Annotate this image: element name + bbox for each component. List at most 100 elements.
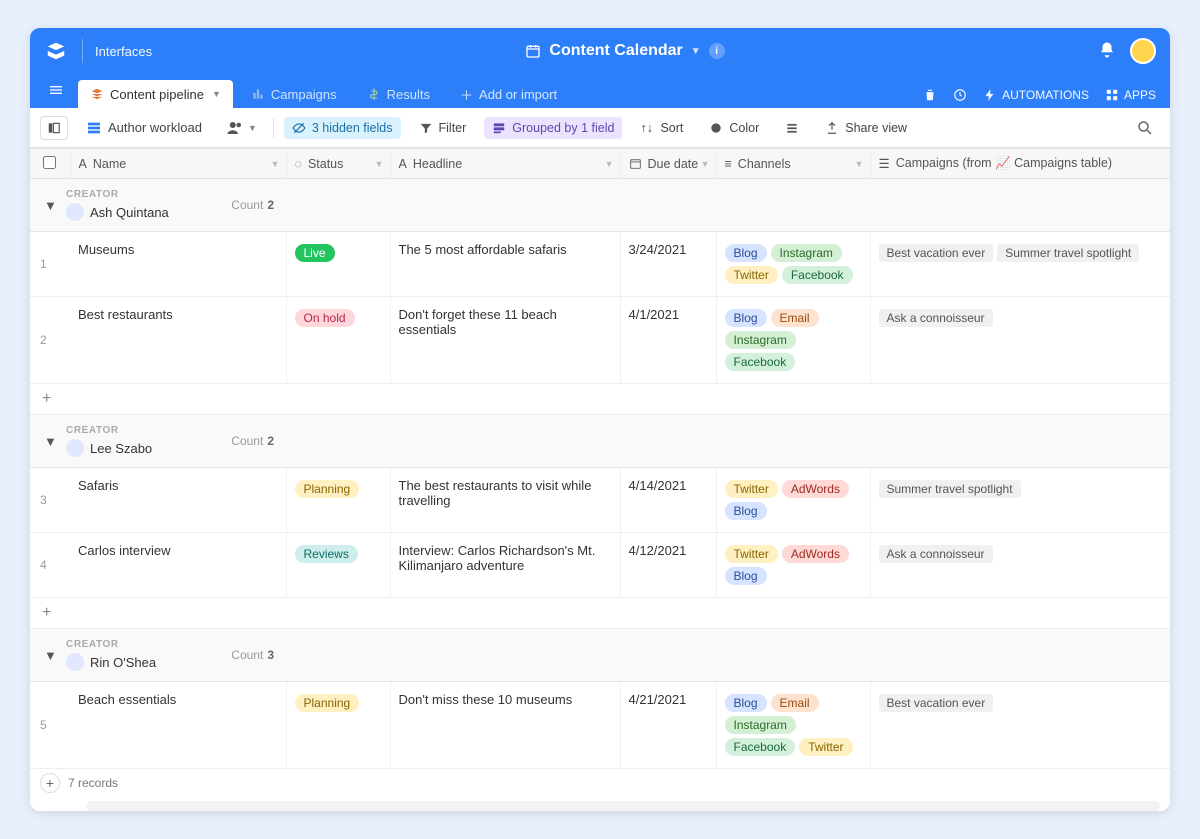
cell-headline[interactable]: Don't miss these 10 museums: [390, 682, 620, 769]
campaign-tag: Ask a connoisseur: [879, 309, 993, 327]
chevron-down-icon: ▼: [44, 434, 56, 449]
table-row[interactable]: 2 Best restaurants On hold Don't forget …: [30, 297, 1170, 384]
chevron-down-icon: ▼: [44, 648, 56, 663]
tab-campaigns[interactable]: Campaigns: [239, 80, 349, 108]
info-icon[interactable]: i: [709, 43, 725, 59]
cell-status[interactable]: Reviews: [286, 533, 390, 598]
select-all-checkbox[interactable]: [30, 149, 70, 179]
pill: Instagram: [725, 716, 796, 734]
cell-status[interactable]: Live: [286, 232, 390, 297]
filter-button[interactable]: Filter: [411, 117, 475, 139]
chevron-down-icon: ▼: [691, 46, 701, 57]
group-header[interactable]: ▼ CREATOR Lee Szabo Count2: [40, 421, 278, 461]
top-bar: Interfaces Content Calendar ▼ i: [30, 28, 1170, 74]
cell-name[interactable]: Beach essentials: [70, 682, 286, 769]
sidebar-toggle-icon[interactable]: [44, 78, 68, 102]
cell-campaigns[interactable]: Ask a connoisseur: [870, 297, 1170, 384]
cell-headline[interactable]: Interview: Carlos Richardson's Mt. Kilim…: [390, 533, 620, 598]
cell-campaigns[interactable]: Best vacation everSummer travel spotligh…: [870, 232, 1170, 297]
column-channels[interactable]: ≡Channels ▼: [716, 149, 870, 179]
group-button[interactable]: Grouped by 1 field: [484, 117, 622, 139]
sort-button[interactable]: ↑↓ Sort: [632, 117, 691, 139]
cell-campaigns[interactable]: Summer travel spotlight: [870, 468, 1170, 533]
share-view-button[interactable]: Share view: [817, 117, 915, 139]
row-height-button[interactable]: [777, 117, 807, 139]
hidden-fields-button[interactable]: 3 hidden fields: [284, 117, 401, 139]
cell-due-date[interactable]: 4/14/2021: [620, 468, 716, 533]
tab-results[interactable]: Results: [355, 80, 442, 108]
apps-button[interactable]: APPS: [1105, 88, 1156, 102]
interfaces-link[interactable]: Interfaces: [95, 44, 152, 59]
cell-campaigns[interactable]: Best vacation ever: [870, 682, 1170, 769]
cell-name[interactable]: Best restaurants: [70, 297, 286, 384]
row-number: 3: [30, 468, 70, 533]
text-icon: A: [79, 157, 87, 171]
cell-channels[interactable]: TwitterAdWordsBlog: [716, 533, 870, 598]
collapse-sidebar-button[interactable]: [40, 116, 68, 140]
base-title[interactable]: Content Calendar ▼ i: [152, 42, 1098, 60]
group-header[interactable]: ▼ CREATOR Rin O'Shea Count3: [40, 635, 278, 675]
table-row[interactable]: 1 Museums Live The 5 most affordable saf…: [30, 232, 1170, 297]
pill: Facebook: [782, 266, 853, 284]
chevron-down-icon: ▼: [375, 159, 384, 169]
cell-channels[interactable]: BlogInstagramTwitterFacebook: [716, 232, 870, 297]
automations-button[interactable]: AUTOMATIONS: [983, 88, 1089, 102]
pill: AdWords: [782, 545, 849, 563]
cell-headline[interactable]: Don't forget these 11 beach essentials: [390, 297, 620, 384]
column-headline[interactable]: AHeadline ▼: [390, 149, 620, 179]
column-name[interactable]: AName ▼: [70, 149, 286, 179]
chevron-down-icon: ▼: [855, 159, 864, 169]
cell-due-date[interactable]: 3/24/2021: [620, 232, 716, 297]
cell-name[interactable]: Carlos interview: [70, 533, 286, 598]
cell-status[interactable]: Planning: [286, 468, 390, 533]
notifications-icon[interactable]: [1098, 41, 1116, 62]
pill: Blog: [725, 567, 767, 585]
cell-campaigns[interactable]: Ask a connoisseur: [870, 533, 1170, 598]
column-due-date[interactable]: Due date ▼: [620, 149, 716, 179]
lookup-icon: ☰: [879, 156, 890, 171]
tab-label: Content pipeline: [110, 87, 204, 102]
cell-due-date[interactable]: 4/12/2021: [620, 533, 716, 598]
cell-channels[interactable]: TwitterAdWordsBlog: [716, 468, 870, 533]
cell-headline[interactable]: The 5 most affordable safaris: [390, 232, 620, 297]
app-logo-icon[interactable]: [44, 39, 68, 63]
cell-due-date[interactable]: 4/21/2021: [620, 682, 716, 769]
chevron-down-icon: ▼: [44, 198, 56, 213]
cell-name[interactable]: Safaris: [70, 468, 286, 533]
divider: [82, 39, 83, 63]
horizontal-scrollbar[interactable]: [86, 801, 1160, 811]
cell-channels[interactable]: BlogEmailInstagramFacebook: [716, 297, 870, 384]
multi-select-icon: ≡: [725, 157, 732, 171]
table-row[interactable]: 3 Safaris Planning The best restaurants …: [30, 468, 1170, 533]
search-icon[interactable]: [1136, 119, 1154, 137]
column-campaigns[interactable]: ☰Campaigns (from 📈 Campaigns table): [870, 149, 1170, 179]
color-button[interactable]: Color: [701, 117, 767, 139]
add-or-import-tab[interactable]: ＋ Add or import: [448, 80, 569, 108]
cell-name[interactable]: Museums: [70, 232, 286, 297]
row-number: 5: [30, 682, 70, 769]
history-icon[interactable]: [953, 88, 967, 102]
pill: Twitter: [725, 266, 778, 284]
group-header[interactable]: ▼ CREATOR Ash Quintana Count2: [40, 185, 278, 225]
creator-name: Lee Szabo: [90, 441, 152, 456]
table-row[interactable]: 5 Beach essentials Planning Don't miss t…: [30, 682, 1170, 769]
pill: On hold: [295, 309, 355, 327]
cell-due-date[interactable]: 4/1/2021: [620, 297, 716, 384]
view-selector[interactable]: Author workload: [78, 117, 210, 139]
add-record-button[interactable]: +: [40, 773, 60, 793]
column-status[interactable]: ◌Status ▼: [286, 149, 390, 179]
cell-status[interactable]: Planning: [286, 682, 390, 769]
add-tab-label: Add or import: [479, 87, 557, 102]
campaign-tag: Best vacation ever: [879, 244, 994, 262]
add-row-button[interactable]: +: [30, 384, 1170, 415]
cell-headline[interactable]: The best restaurants to visit while trav…: [390, 468, 620, 533]
cell-status[interactable]: On hold: [286, 297, 390, 384]
cell-channels[interactable]: BlogEmailInstagramFacebookTwitter: [716, 682, 870, 769]
trash-icon[interactable]: [923, 88, 937, 102]
add-row-button[interactable]: +: [30, 598, 1170, 629]
share-view-people-icon[interactable]: ▼: [220, 117, 263, 139]
tab-pipeline[interactable]: Content pipeline▼: [78, 80, 233, 108]
stack-icon: [90, 87, 104, 101]
table-row[interactable]: 4 Carlos interview Reviews Interview: Ca…: [30, 533, 1170, 598]
user-avatar[interactable]: [1130, 38, 1156, 64]
